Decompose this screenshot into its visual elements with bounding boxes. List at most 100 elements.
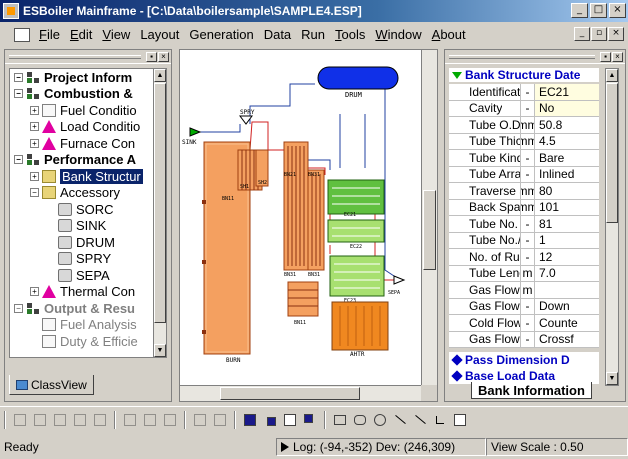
scroll-thumb[interactable]	[154, 83, 166, 323]
property-value[interactable]: 50.8	[535, 117, 599, 133]
property-row[interactable]: Traverse Spmm80	[449, 183, 599, 200]
tree-item[interactable]: + Thermal Con	[10, 284, 153, 301]
property-row[interactable]: Gas Flow Hm	[449, 282, 599, 299]
property-row[interactable]: Tube Kinds-Bare	[449, 150, 599, 167]
panel-close-button[interactable]: ×	[612, 51, 623, 62]
expand-icon[interactable]: +	[30, 105, 39, 115]
boiler-diagram[interactable]: DRUM SPRY SINK BURN SH1 SH2 BN11 BN21 BN…	[180, 50, 423, 387]
scroll-up-arrow-icon[interactable]: ▲	[606, 69, 618, 82]
menu-view[interactable]: View	[97, 27, 135, 42]
property-row[interactable]: Identificatio-EC21	[449, 84, 599, 101]
maximize-button[interactable]: □	[590, 3, 607, 18]
canvas-hscroll-thumb[interactable]	[220, 387, 360, 400]
property-row[interactable]: Tube Arrang-Inlined	[449, 166, 599, 183]
tree-item[interactable]: Fuel Analysis	[10, 317, 153, 334]
tree-item[interactable]: Duty & Efficie	[10, 333, 153, 350]
tree-item[interactable]: SEPA	[10, 267, 153, 284]
align-center-icon[interactable]	[32, 412, 48, 428]
property-value[interactable]: 12	[535, 249, 599, 265]
app-icon[interactable]	[3, 3, 19, 19]
align-right-icon[interactable]	[52, 412, 68, 428]
align-left-icon[interactable]	[12, 412, 28, 428]
tab-bank-information[interactable]: Bank Information	[471, 382, 592, 399]
minimize-button[interactable]: _	[571, 3, 588, 18]
property-row[interactable]: Gas Flow P-Crossf	[449, 331, 599, 348]
section-pass-dimension[interactable]: Pass Dimension D	[449, 352, 599, 368]
ec21-shape[interactable]	[327, 179, 385, 215]
menu-generation[interactable]: Generation	[184, 27, 258, 42]
panel-pin-button[interactable]: ▪	[600, 51, 611, 62]
scroll-down-arrow-icon[interactable]: ▼	[606, 372, 618, 385]
panel-close-button[interactable]: ×	[158, 51, 169, 62]
tree-item[interactable]: − Project Inform	[10, 69, 153, 86]
polyline-tool-icon[interactable]	[432, 412, 448, 428]
expand-icon[interactable]: +	[30, 171, 39, 181]
tree-item[interactable]: DRUM	[10, 234, 153, 251]
bring-front-icon[interactable]	[242, 412, 258, 428]
tab-classview[interactable]: ClassView	[9, 375, 94, 395]
menu-about[interactable]: About	[427, 27, 471, 42]
mdi-close-button[interactable]: ×	[608, 27, 624, 41]
collapse-icon[interactable]: −	[30, 188, 39, 198]
property-value[interactable]: EC21	[535, 84, 599, 100]
scroll-down-arrow-icon[interactable]: ▼	[154, 344, 166, 357]
mdi-restore-button[interactable]: ▫	[591, 27, 607, 41]
property-value[interactable]: 80	[535, 183, 599, 199]
property-value[interactable]: 4.5	[535, 134, 599, 150]
ec23-shape[interactable]	[329, 255, 385, 297]
property-value[interactable]: No	[535, 100, 599, 116]
panel-grip[interactable]	[9, 54, 141, 59]
menu-data[interactable]: Data	[259, 27, 296, 42]
send-backward-icon[interactable]	[302, 412, 318, 428]
menu-run[interactable]: Run	[296, 27, 330, 42]
tree-item[interactable]: + Load Conditio	[10, 119, 153, 136]
tree-item[interactable]: − Accessory	[10, 185, 153, 202]
tree-item[interactable]: SPRY	[10, 251, 153, 268]
panel-grip[interactable]	[449, 54, 595, 59]
tree-item[interactable]: − Output & Resu	[10, 300, 153, 317]
tree-item[interactable]: − Performance A	[10, 152, 153, 169]
menu-edit[interactable]: Edit	[65, 27, 97, 42]
rectangle-tool-icon[interactable]	[332, 412, 348, 428]
property-value[interactable]	[535, 282, 599, 298]
sepa-shape[interactable]	[393, 275, 406, 285]
property-value[interactable]: 7.0	[535, 266, 599, 282]
property-row[interactable]: Cavity - No	[449, 100, 599, 117]
arrow-line-tool-icon[interactable]	[412, 412, 428, 428]
collapse-arrow-icon[interactable]	[452, 71, 462, 79]
mdi-minimize-button[interactable]: _	[574, 27, 590, 41]
property-value[interactable]: Inlined	[535, 167, 599, 183]
bn11-bank-shape[interactable]	[287, 281, 319, 317]
same-height-icon[interactable]	[142, 412, 158, 428]
tree-item[interactable]: + Fuel Conditio	[10, 102, 153, 119]
property-row[interactable]: Gas Flow D-Down	[449, 298, 599, 315]
property-row[interactable]: Tube No./Ru-1	[449, 232, 599, 249]
canvas-horizontal-scrollbar[interactable]	[180, 385, 423, 401]
property-grid[interactable]: Identificatio-EC21Cavity-NoTube O.D.mm50…	[449, 84, 599, 348]
collapse-icon[interactable]: −	[14, 89, 23, 99]
sink-shape[interactable]	[189, 127, 202, 137]
send-back-icon[interactable]	[262, 412, 278, 428]
menu-tools[interactable]: Tools	[330, 27, 370, 42]
property-row[interactable]: Tube Thicknmm4.5	[449, 133, 599, 150]
canvas-vertical-scrollbar[interactable]	[421, 50, 437, 387]
ellipse-tool-icon[interactable]	[372, 412, 388, 428]
menu-file[interactable]: File	[34, 27, 65, 42]
property-row[interactable]: Tube No. W-81	[449, 216, 599, 233]
align-middle-icon[interactable]	[92, 412, 108, 428]
text-tool-icon[interactable]	[452, 412, 468, 428]
space-vertical-icon[interactable]	[212, 412, 228, 428]
property-value[interactable]: Counte	[535, 315, 599, 331]
property-value[interactable]: 1	[535, 233, 599, 249]
property-value[interactable]: Crossf	[535, 332, 599, 348]
expand-icon[interactable]: +	[30, 287, 39, 297]
property-value[interactable]: Bare	[535, 150, 599, 166]
same-size-icon[interactable]	[162, 412, 178, 428]
collapse-icon[interactable]: −	[14, 72, 23, 82]
collapse-icon[interactable]: −	[14, 303, 23, 313]
property-row[interactable]: Tube Lengtm7.0	[449, 265, 599, 282]
tree-scrollbar[interactable]: ▲ ▼	[153, 68, 167, 358]
menu-window[interactable]: Window	[370, 27, 426, 42]
ec22-shape[interactable]	[327, 219, 385, 243]
menu-layout[interactable]: Layout	[135, 27, 184, 42]
